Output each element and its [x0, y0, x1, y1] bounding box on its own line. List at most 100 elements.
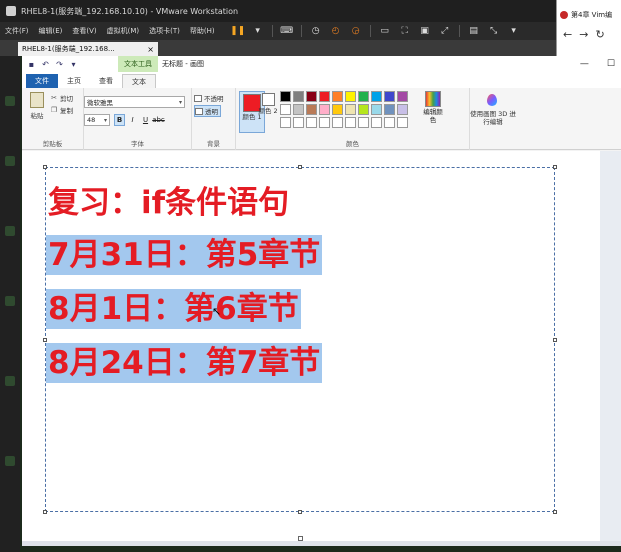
fullscreen-icon[interactable]: ⛶: [398, 25, 412, 37]
snapshot-icon[interactable]: ◷: [309, 25, 323, 37]
underline-button[interactable]: U: [140, 114, 151, 126]
palette-color-chip[interactable]: [332, 104, 343, 115]
menu-vm[interactable]: 虚拟机(M): [102, 26, 145, 36]
palette-color-chip[interactable]: [384, 117, 395, 128]
palette-color-chip[interactable]: [332, 117, 343, 128]
color2-button[interactable]: 颜色 2: [258, 91, 278, 133]
palette-color-chip[interactable]: [332, 91, 343, 102]
vm-tab[interactable]: RHEL8-1(服务端_192.168... ×: [18, 42, 158, 56]
library-item[interactable]: [5, 456, 15, 466]
copy-button[interactable]: ❐ 复制: [50, 105, 73, 115]
library-item[interactable]: [5, 226, 15, 236]
palette-color-chip[interactable]: [371, 91, 382, 102]
library-item[interactable]: [5, 296, 15, 306]
resize-handle[interactable]: [553, 165, 557, 169]
tab-view[interactable]: 查看: [90, 74, 122, 88]
dropdown-arrow-icon[interactable]: ▾: [507, 25, 521, 37]
transparent-option[interactable]: 透明: [194, 105, 221, 117]
palette-color-chip[interactable]: [293, 117, 304, 128]
palette-color-chip[interactable]: [384, 91, 395, 102]
menu-tabs[interactable]: 选项卡(T): [144, 26, 185, 36]
unity-icon[interactable]: ▣: [418, 25, 432, 37]
resize-handle[interactable]: [43, 510, 47, 514]
menu-help[interactable]: 帮助(H): [185, 26, 220, 36]
menu-file[interactable]: 文件(F): [0, 26, 34, 36]
paint3d-group[interactable]: 使用画图 3D 进行编辑: [470, 88, 516, 150]
palette-color-chip[interactable]: [345, 104, 356, 115]
undo-icon[interactable]: ↶: [41, 60, 50, 69]
save-icon[interactable]: ▪: [27, 60, 36, 69]
tab-file[interactable]: 文件: [26, 74, 58, 88]
close-icon[interactable]: ×: [147, 45, 154, 54]
palette-color-chip[interactable]: [358, 91, 369, 102]
palette-color-chip[interactable]: [397, 91, 408, 102]
palette-color-chip[interactable]: [358, 117, 369, 128]
resize-handle[interactable]: [43, 338, 47, 342]
font-group: 微软雅黑 ▾ 48 ▾ B I U abc 字体: [84, 88, 192, 150]
palette-color-chip[interactable]: [293, 91, 304, 102]
palette-color-chip[interactable]: [280, 91, 291, 102]
stretch-icon[interactable]: ⤢: [438, 25, 452, 37]
bold-button[interactable]: B: [114, 114, 125, 126]
palette-color-chip[interactable]: [371, 104, 382, 115]
pause-icon[interactable]: ❚❚: [230, 25, 245, 37]
reload-icon[interactable]: ↻: [595, 28, 604, 41]
library-icon[interactable]: ▭: [378, 25, 392, 37]
palette-color-chip[interactable]: [306, 104, 317, 115]
palette-color-chip[interactable]: [280, 117, 291, 128]
canvas-text-line: 复习：if条件语句: [48, 185, 290, 221]
resize-handle[interactable]: [553, 510, 557, 514]
palette-color-chip[interactable]: [345, 117, 356, 128]
paste-button[interactable]: 粘贴: [28, 92, 46, 120]
palette-color-chip[interactable]: [345, 91, 356, 102]
library-item[interactable]: [5, 96, 15, 106]
manage-snapshots-icon[interactable]: ◶: [349, 25, 363, 37]
console-view-icon[interactable]: ▤: [467, 25, 481, 37]
palette-color-chip[interactable]: [306, 91, 317, 102]
opaque-option[interactable]: 不透明: [194, 93, 224, 103]
library-item[interactable]: [5, 376, 15, 386]
palette-color-chip[interactable]: [397, 117, 408, 128]
resize-handle[interactable]: [43, 165, 47, 169]
fit-view-icon[interactable]: ⤡: [487, 25, 501, 37]
background-group-label: 背景: [207, 140, 220, 148]
edit-colors-button[interactable]: 编辑颜色: [422, 91, 444, 125]
palette-color-chip[interactable]: [280, 104, 291, 115]
menu-view[interactable]: 查看(V): [67, 26, 101, 36]
mouse-cursor-icon: ↖: [212, 305, 222, 318]
resize-handle[interactable]: [553, 338, 557, 342]
tab-text[interactable]: 文本: [122, 74, 156, 88]
strikethrough-button[interactable]: abc: [152, 114, 165, 126]
palette-color-chip[interactable]: [384, 104, 395, 115]
dropdown-arrow-icon[interactable]: ▾: [251, 25, 265, 37]
palette-color-chip[interactable]: [319, 104, 330, 115]
back-arrow-icon[interactable]: ←: [563, 28, 572, 41]
palette-color-chip[interactable]: [397, 104, 408, 115]
palette-color-chip[interactable]: [306, 117, 317, 128]
palette-color-chip[interactable]: [358, 104, 369, 115]
revert-snapshot-icon[interactable]: ◴: [329, 25, 343, 37]
customize-toolbar-icon[interactable]: ▾: [69, 60, 78, 69]
library-item[interactable]: [5, 156, 15, 166]
maximize-icon[interactable]: ☐: [607, 59, 615, 69]
forward-arrow-icon[interactable]: →: [579, 28, 588, 41]
send-keys-icon[interactable]: ⌨: [280, 25, 294, 37]
palette-color-chip[interactable]: [371, 117, 382, 128]
minimize-icon[interactable]: —: [580, 59, 589, 69]
font-family-select[interactable]: 微软雅黑 ▾: [84, 96, 185, 108]
menu-edit[interactable]: 编辑(E): [34, 26, 68, 36]
redo-icon[interactable]: ↷: [55, 60, 64, 69]
drawing-canvas[interactable]: 复习：if条件语句 7月31日：第5章节 8月1日：第6章节 8月24日：第7章…: [22, 151, 600, 541]
cut-button[interactable]: ✂ 剪切: [50, 93, 73, 103]
tab-home[interactable]: 主页: [58, 74, 90, 88]
palette-color-chip[interactable]: [293, 104, 304, 115]
palette-color-chip[interactable]: [319, 91, 330, 102]
vmware-menu-bar: 文件(F) 编辑(E) 查看(V) 虚拟机(M) 选项卡(T) 帮助(H) ❚❚…: [0, 22, 560, 40]
paint-window: ▪ ↶ ↷ ▾ 文本工具 无标题 - 画图 — ☐ 文件 主页 查看 文本 粘贴…: [22, 56, 621, 546]
palette-color-chip[interactable]: [319, 117, 330, 128]
browser-tab[interactable]: 第4章 Vim编: [560, 8, 620, 22]
resize-handle[interactable]: [298, 165, 302, 169]
font-size-select[interactable]: 48 ▾: [84, 114, 110, 126]
italic-button[interactable]: I: [127, 114, 138, 126]
resize-handle[interactable]: [298, 510, 302, 514]
